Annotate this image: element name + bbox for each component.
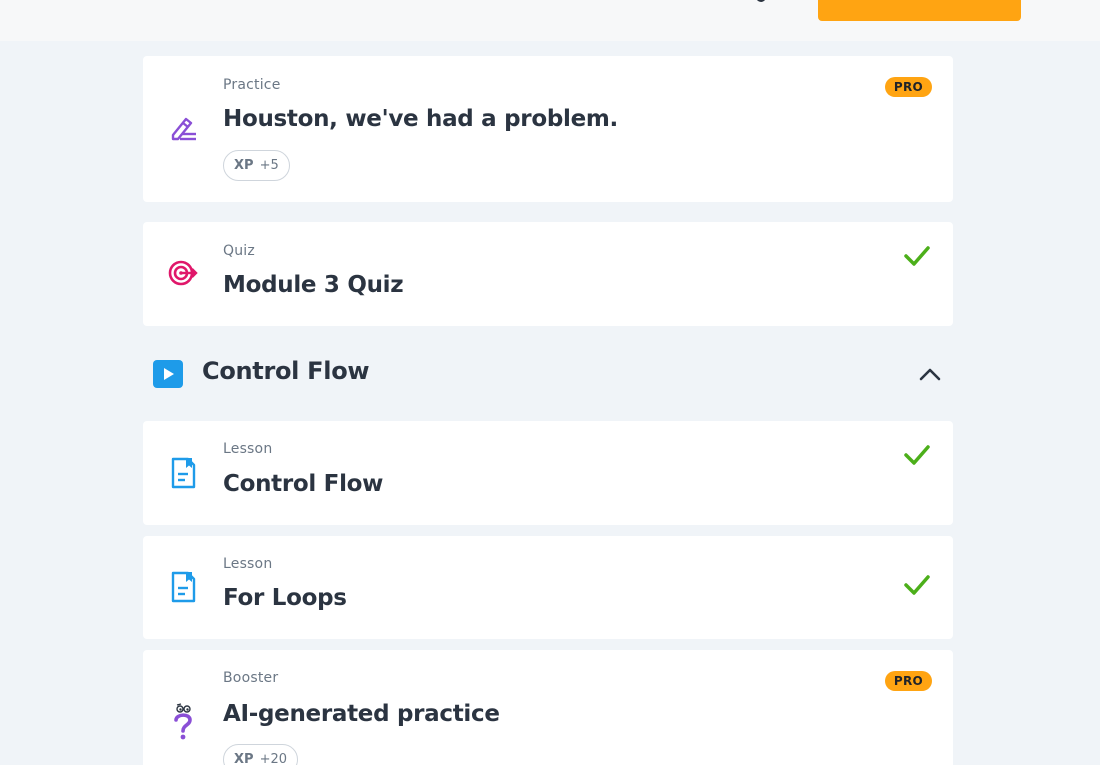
- card-title[interactable]: AI-generated practice: [223, 701, 500, 727]
- card-kind-label: Lesson: [223, 441, 273, 457]
- card-title[interactable]: Control Flow: [223, 471, 383, 497]
- card-kind-label: Practice: [223, 77, 281, 93]
- card-kind-label: Lesson: [223, 556, 273, 572]
- lesson-document-icon: [165, 569, 201, 605]
- card-title[interactable]: Module 3 Quiz: [223, 272, 404, 298]
- xp-badge: XP +20: [223, 744, 298, 765]
- section-header[interactable]: Control Flow: [143, 348, 953, 398]
- play-icon: [153, 360, 183, 388]
- completed-check-icon: [904, 246, 930, 266]
- chevron-up-icon[interactable]: [918, 362, 942, 386]
- section-title: Control Flow: [202, 357, 370, 385]
- practice-pencil-icon: [165, 110, 201, 146]
- card-title[interactable]: For Loops: [223, 585, 347, 611]
- lesson-card[interactable]: Lesson For Loops: [143, 536, 953, 639]
- xp-value: +20: [259, 752, 287, 765]
- booster-question-icon: [165, 703, 201, 740]
- xp-value: +5: [259, 158, 279, 173]
- completed-check-icon: [904, 575, 930, 595]
- card-kind-label: Quiz: [223, 243, 255, 259]
- booster-card[interactable]: Booster AI-generated practice XP +20 PRO: [143, 650, 953, 765]
- lesson-card[interactable]: Lesson Control Flow: [143, 421, 953, 525]
- pro-badge: PRO: [884, 77, 932, 97]
- xp-label: XP: [234, 752, 254, 765]
- top-nav-icon[interactable]: [756, 0, 766, 2]
- quiz-target-icon: [165, 255, 201, 291]
- lesson-document-icon: [165, 455, 201, 491]
- xp-label: XP: [234, 158, 254, 173]
- practice-card[interactable]: Practice Houston, we've had a problem. X…: [143, 56, 953, 202]
- top-bar: [0, 0, 1100, 41]
- card-title[interactable]: Houston, we've had a problem.: [223, 106, 618, 132]
- xp-badge: XP +5: [223, 150, 290, 181]
- completed-check-icon: [904, 445, 930, 465]
- card-kind-label: Booster: [223, 670, 279, 686]
- quiz-card[interactable]: Quiz Module 3 Quiz: [143, 222, 953, 326]
- top-cta-button[interactable]: [818, 0, 1021, 21]
- pro-badge: PRO: [884, 671, 932, 691]
